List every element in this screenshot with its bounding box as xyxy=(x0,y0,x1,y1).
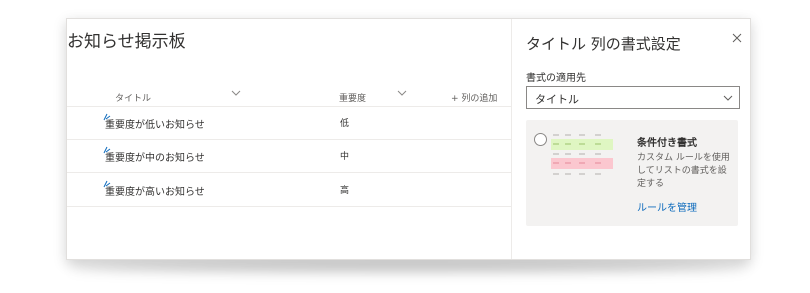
conditional-formatting-preview-icon xyxy=(551,132,613,182)
manage-rules-link[interactable]: ルールを管理 xyxy=(637,199,697,214)
row-priority: 中 xyxy=(340,152,350,162)
row-divider xyxy=(67,206,511,207)
header-divider xyxy=(67,106,511,107)
add-column-button[interactable]: + 列の追加 xyxy=(451,91,497,104)
apply-to-label: 書式の適用先 xyxy=(526,73,586,84)
sharepoint-list-window: お知らせ掲示板 タイトル 重要度 + 列の追加 重要度が低いお知らせ 低 重要度… xyxy=(66,18,751,260)
apply-to-dropdown[interactable]: タイトル xyxy=(526,86,740,109)
chevron-down-icon[interactable] xyxy=(397,88,407,98)
column-header-priority[interactable]: 重要度 xyxy=(339,91,366,104)
row-title-link[interactable]: 重要度が低いお知らせ xyxy=(105,116,205,131)
conditional-formatting-radio[interactable] xyxy=(534,133,547,146)
window-shadow xyxy=(70,262,748,272)
conditional-formatting-description: カスタム ルールを使用してリストの書式を設定する xyxy=(637,153,730,189)
row-title-link[interactable]: 重要度が高いお知らせ xyxy=(105,183,205,198)
chevron-down-icon[interactable] xyxy=(231,88,241,98)
chevron-down-icon xyxy=(723,95,733,101)
row-title-link[interactable]: 重要度が中のお知らせ xyxy=(105,149,205,164)
conditional-formatting-card[interactable]: 条件付き書式 カスタム ルールを使用してリストの書式を設定する ルールを管理 xyxy=(526,120,738,226)
conditional-formatting-heading: 条件付き書式 xyxy=(637,138,697,149)
apply-to-value: タイトル xyxy=(535,93,579,106)
list-title: お知らせ掲示板 xyxy=(67,32,186,52)
panel-title: タイトル 列の書式設定 xyxy=(526,35,681,53)
column-header-title[interactable]: タイトル xyxy=(115,91,151,104)
row-priority: 高 xyxy=(340,186,350,196)
row-priority: 低 xyxy=(340,119,350,129)
column-format-panel: タイトル 列の書式設定 書式の適用先 タイトル 条件付き書式 カスタム ルールを… xyxy=(511,19,750,259)
close-icon[interactable] xyxy=(732,33,742,43)
row-divider xyxy=(67,172,511,173)
row-divider xyxy=(67,139,511,140)
